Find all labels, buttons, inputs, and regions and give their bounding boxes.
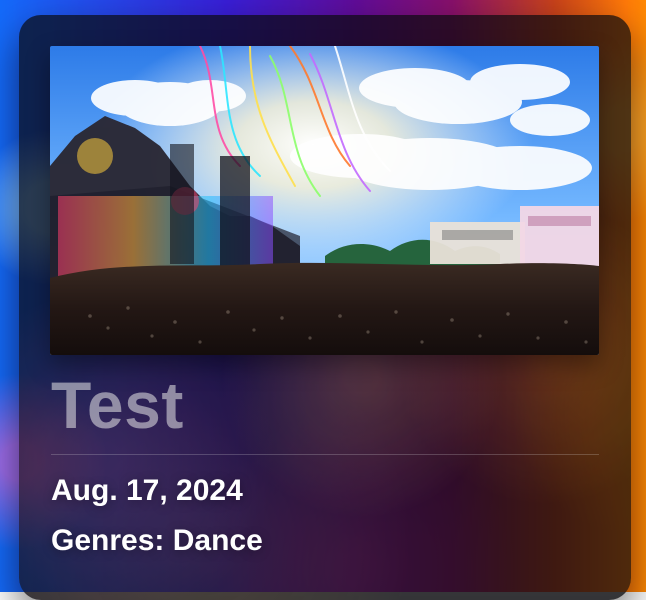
- event-details: Test Aug. 17, 2024 Genres: Dance: [51, 370, 599, 561]
- genres-value: Dance: [173, 524, 263, 557]
- festival-illustration: [50, 46, 599, 355]
- title-divider: [51, 454, 599, 455]
- event-genres: Genres: Dance: [51, 521, 599, 561]
- event-card[interactable]: Test Aug. 17, 2024 Genres: Dance: [19, 15, 631, 600]
- genres-label: Genres:: [51, 524, 164, 557]
- event-image: [50, 46, 599, 355]
- event-date: Aug. 17, 2024: [51, 471, 599, 511]
- event-title: Test: [51, 370, 599, 440]
